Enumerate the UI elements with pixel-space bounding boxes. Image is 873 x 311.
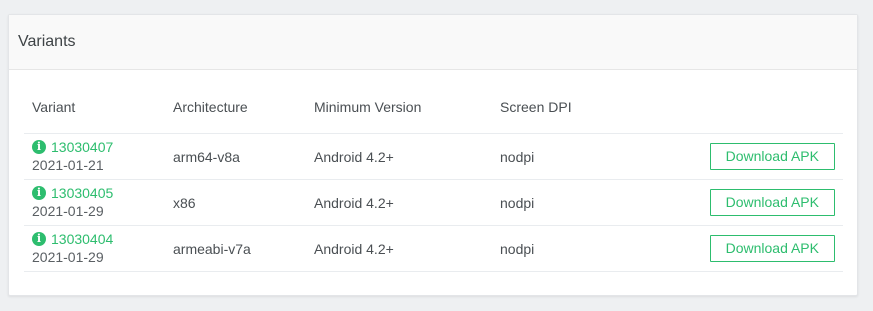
- variant-id[interactable]: 13030407: [51, 139, 113, 155]
- min-version-cell: Android 4.2+: [314, 225, 500, 272]
- architecture-cell: x86: [173, 179, 314, 226]
- variant-cell: i 13030404 2021-01-29: [24, 225, 173, 272]
- variants-table: Variant Architecture Minimum Version Scr…: [24, 94, 843, 272]
- download-apk-button[interactable]: Download APK: [709, 235, 835, 262]
- card-title: Variants: [18, 33, 76, 50]
- header-download: [640, 94, 843, 134]
- info-icon: i: [32, 140, 46, 154]
- header-variant: Variant: [24, 94, 173, 134]
- variant-cell: i 13030407 2021-01-21: [24, 133, 173, 180]
- variants-card: Variants Variant Architecture Minimum Ve…: [8, 14, 858, 296]
- header-screen-dpi: Screen DPI: [500, 94, 640, 134]
- card-header: Variants: [9, 15, 857, 70]
- table-header-row: Variant Architecture Minimum Version Scr…: [24, 94, 843, 134]
- download-cell: Download APK: [640, 179, 843, 226]
- table-row: i 13030407 2021-01-21 arm64-v8a Android …: [24, 133, 843, 180]
- download-cell: Download APK: [640, 133, 843, 180]
- variant-id[interactable]: 13030405: [51, 185, 113, 201]
- variant-id[interactable]: 13030404: [51, 231, 113, 247]
- architecture-cell: arm64-v8a: [173, 133, 314, 180]
- variant-date: 2021-01-29: [32, 249, 104, 265]
- architecture-cell: armeabi-v7a: [173, 225, 314, 272]
- download-apk-button[interactable]: Download APK: [709, 189, 835, 216]
- variant-date: 2021-01-29: [32, 203, 104, 219]
- info-icon: i: [32, 232, 46, 246]
- header-minimum-version: Minimum Version: [314, 94, 500, 134]
- min-version-cell: Android 4.2+: [314, 179, 500, 226]
- info-icon: i: [32, 186, 46, 200]
- download-apk-button[interactable]: Download APK: [709, 143, 835, 170]
- dpi-cell: nodpi: [500, 225, 640, 272]
- min-version-cell: Android 4.2+: [314, 133, 500, 180]
- variant-cell: i 13030405 2021-01-29: [24, 179, 173, 226]
- table-row: i 13030404 2021-01-29 armeabi-v7a Androi…: [24, 225, 843, 272]
- header-architecture: Architecture: [173, 94, 314, 134]
- variant-date: 2021-01-21: [32, 157, 104, 173]
- download-cell: Download APK: [640, 225, 843, 272]
- dpi-cell: nodpi: [500, 179, 640, 226]
- table-row: i 13030405 2021-01-29 x86 Android 4.2+ n…: [24, 179, 843, 226]
- dpi-cell: nodpi: [500, 133, 640, 180]
